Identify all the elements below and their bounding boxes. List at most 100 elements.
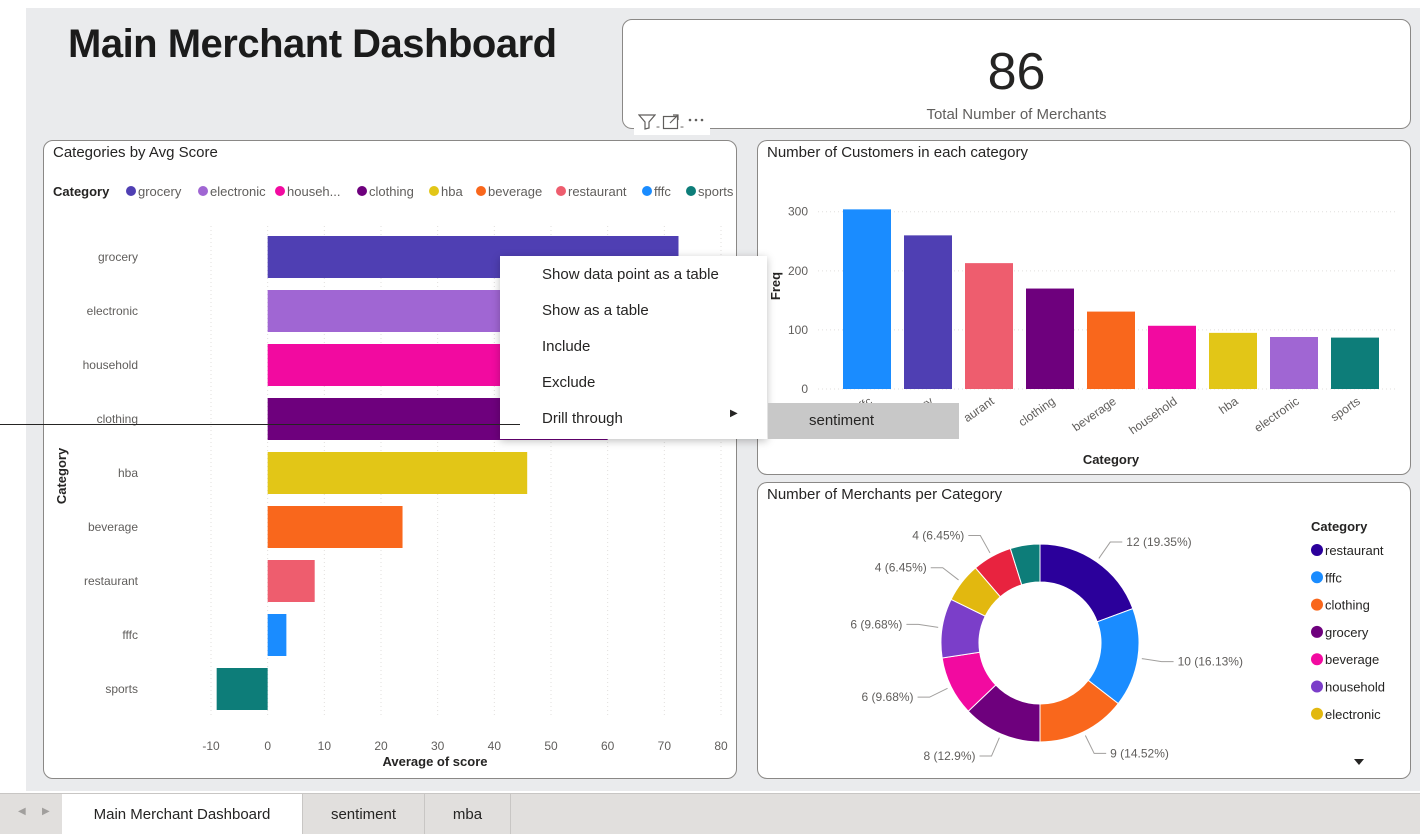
legend-marker xyxy=(126,186,136,196)
x-tick-label: hba xyxy=(1216,394,1241,417)
context-menu: Show data point as a table Show as a tab… xyxy=(500,256,767,439)
legend-label: electronic xyxy=(1325,707,1381,722)
column-bar xyxy=(965,263,1013,389)
x-tick-label: 40 xyxy=(488,739,502,753)
y-axis-label: Freq xyxy=(768,272,783,300)
legend-marker xyxy=(1311,625,1323,638)
bar xyxy=(267,452,528,494)
column-bar xyxy=(1270,337,1318,389)
more-options-icon[interactable] xyxy=(686,114,706,135)
submenu-item-sentiment[interactable]: sentiment xyxy=(809,412,874,429)
tab-mba[interactable]: mba xyxy=(425,794,511,834)
avg-score-chart[interactable]: Category grocery electronic househ... clothi… xyxy=(44,141,736,778)
legend-label: grocery xyxy=(1325,625,1369,640)
x-tick-label: sports xyxy=(1328,394,1363,424)
x-tick-label: household xyxy=(1126,394,1179,437)
legend-label: restaurant xyxy=(1325,543,1384,558)
legend-title: Category xyxy=(53,184,110,199)
legend-label: restaurant xyxy=(568,184,627,199)
leader-line xyxy=(1098,541,1123,559)
x-tick-label: aurant xyxy=(961,394,997,425)
kpi-value: 86 xyxy=(987,43,1046,101)
merchants-chart-card[interactable]: Number of Merchants per Category 12 (19.… xyxy=(757,482,1411,779)
legend-marker xyxy=(1311,544,1323,556)
x-axis-label: Average of score xyxy=(382,754,487,769)
column-bar xyxy=(843,209,891,389)
bar xyxy=(267,560,315,602)
tab-main-merchant-dashboard[interactable]: Main Merchant Dashboard xyxy=(62,794,303,834)
x-tick-label: 30 xyxy=(431,739,445,753)
x-tick-label: 10 xyxy=(318,739,332,753)
leader-line xyxy=(968,534,991,554)
page-title: Main Merchant Dashboard xyxy=(68,22,557,66)
legend-marker xyxy=(1311,707,1323,720)
data-label: 4 (6.45%) xyxy=(875,561,927,575)
data-label: 9 (14.52%) xyxy=(1110,746,1169,760)
data-label: 10 (16.13%) xyxy=(1178,655,1243,669)
leader-line xyxy=(1141,658,1174,663)
legend-label: fffc xyxy=(1325,570,1342,585)
y-tick-label: hba xyxy=(118,466,138,480)
menu-item-exclude[interactable]: Exclude xyxy=(542,374,595,391)
x-tick-label: -10 xyxy=(202,739,220,753)
x-tick-label: electronic xyxy=(1252,394,1302,435)
leader-line xyxy=(930,567,959,581)
focus-mode-icon[interactable] xyxy=(662,114,680,135)
donut-slice xyxy=(1039,543,1134,623)
visual-header: - - xyxy=(634,114,710,135)
tab-sentiment[interactable]: sentiment xyxy=(303,794,425,834)
x-tick-label: 0 xyxy=(264,739,271,753)
data-label: 6 (9.68%) xyxy=(850,617,902,631)
legend-marker xyxy=(476,186,486,196)
legend-scroll-down-icon[interactable] xyxy=(1354,759,1364,765)
legend-marker xyxy=(1311,680,1323,693)
filter-icon[interactable] xyxy=(637,114,657,135)
x-tick-label: 20 xyxy=(374,739,388,753)
y-tick-label: 200 xyxy=(788,264,808,278)
column-bar xyxy=(904,235,952,389)
y-tick-label: 0 xyxy=(801,382,808,396)
column-bar xyxy=(1087,311,1135,389)
kpi-card[interactable]: 86 Total Number of Merchants xyxy=(622,19,1411,129)
leader-line xyxy=(917,687,948,698)
legend-label: electronic xyxy=(210,184,266,199)
y-tick-label: grocery xyxy=(98,250,138,264)
legend-marker xyxy=(1311,653,1323,666)
y-tick-label: 300 xyxy=(788,205,808,219)
merchants-chart[interactable]: 12 (19.35%) 10 (16.13%) 9 (14.52%) 8 (12.9%… xyxy=(758,483,1410,778)
x-tick-label: 70 xyxy=(658,739,672,753)
y-tick-label: fffc xyxy=(122,628,138,642)
tab-scroll-right-icon[interactable]: ▶ xyxy=(42,806,50,817)
bar xyxy=(216,668,268,710)
y-tick-label: sports xyxy=(105,682,138,696)
menu-item-show-data-point-as-table[interactable]: Show data point as a table xyxy=(542,266,719,283)
data-label: 4 (6.45%) xyxy=(912,528,964,542)
legend-label: beverage xyxy=(488,184,542,199)
tab-scroll-left-icon[interactable]: ◀ xyxy=(18,806,26,817)
legend-label: clothing xyxy=(369,184,414,199)
drill-through-submenu[interactable]: sentiment xyxy=(768,403,959,439)
legend-marker xyxy=(275,186,285,196)
avg-score-chart-card[interactable]: Categories by Avg Score Category grocery e… xyxy=(43,140,737,779)
leader-line xyxy=(906,623,939,628)
kpi-label: Total Number of Merchants xyxy=(926,106,1107,123)
bar xyxy=(267,614,287,656)
x-tick-label: clothing xyxy=(1016,394,1058,429)
legend-marker xyxy=(1311,571,1323,584)
legend-label: beverage xyxy=(1325,652,1379,667)
y-tick-label: household xyxy=(83,358,138,372)
chevron-right-icon: ▶ xyxy=(730,408,738,419)
menu-item-drill-through[interactable]: Drill through xyxy=(542,410,623,427)
data-label: 6 (9.68%) xyxy=(862,690,914,704)
menu-item-show-as-table[interactable]: Show as a table xyxy=(542,302,649,319)
legend-marker xyxy=(198,186,208,196)
y-tick-label: 100 xyxy=(788,323,808,337)
column-bar xyxy=(1331,337,1379,389)
x-tick-label: 60 xyxy=(601,739,615,753)
x-axis-label: Category xyxy=(1083,452,1140,467)
column-bar xyxy=(1209,332,1257,389)
menu-item-include[interactable]: Include xyxy=(542,338,590,355)
legend-label: household xyxy=(1325,680,1385,695)
leader-line xyxy=(979,737,1000,757)
legend-marker xyxy=(357,186,367,196)
